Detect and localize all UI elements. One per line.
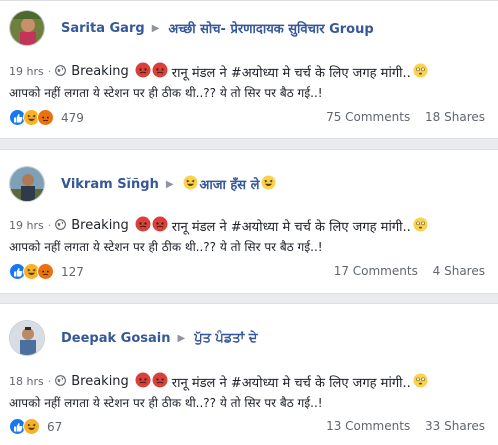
post-meta: 18 hrs · Breaking रानू मंडल ने #अयोध्या … <box>9 372 428 391</box>
haha-reaction-icon <box>23 418 40 435</box>
author-name[interactable]: Vikram Sĭñgh <box>61 177 159 192</box>
post-text-line2: आपको नहीं लगता ये स्टेशन पर ही ठीक थी..?… <box>9 240 323 254</box>
post-text-line2: आपको नहीं लगता ये स्टेशन पर ही ठीक थी..?… <box>9 86 323 100</box>
separator-dot: · <box>47 65 52 78</box>
post-header: Sarita Garg ▶ अच्छी सोच- प्रेरणादायक सुव… <box>9 8 374 48</box>
shares-count[interactable]: 33 Shares <box>425 419 485 433</box>
avatar[interactable] <box>9 10 45 46</box>
angry-emoji-icon <box>135 372 151 391</box>
post-text-line1: रानू मंडल ने #अयोध्या मे चर्च के लिए जगह… <box>171 219 411 235</box>
angry-reaction-icon <box>37 263 54 280</box>
reactions-summary[interactable]: 67 <box>9 418 62 435</box>
play-arrow-icon: ▶ <box>165 178 174 190</box>
reactions-summary[interactable]: 479 <box>9 109 84 126</box>
post-text-line2: आपको नहीं लगता ये स्टेशन पर ही ठीक थी..?… <box>9 396 323 410</box>
timestamp[interactable]: 19 hrs <box>9 219 44 232</box>
angry-emoji-icon <box>152 372 168 391</box>
avatar[interactable] <box>9 166 45 202</box>
flushed-emoji-icon <box>413 372 428 391</box>
news-feed: Sarita Garg ▶ अच्छी सोच- प्रेरणादायक सुव… <box>0 0 498 445</box>
reaction-count[interactable]: 67 <box>47 420 62 434</box>
shares-count[interactable]: 18 Shares <box>425 110 485 124</box>
play-arrow-icon: ▶ <box>151 22 160 34</box>
group-name[interactable]: अच्छी सोच- प्रेरणादायक सुविचार Group <box>168 19 373 37</box>
post-text-start: Breaking <box>71 64 129 79</box>
post-text-start: Breaking <box>71 218 129 233</box>
post-meta: 19 hrs · Breaking रानू मंडल ने #अयोध्या … <box>9 62 428 81</box>
laughing-emoji-icon <box>183 174 198 194</box>
post-header: Vikram Sĭñgh ▶ आजा हँस ले <box>9 164 276 204</box>
separator-dot: · <box>47 375 52 388</box>
flushed-emoji-icon <box>413 62 428 81</box>
angry-emoji-icon <box>152 216 168 235</box>
angry-reaction-icon <box>37 109 54 126</box>
angry-emoji-icon <box>135 216 151 235</box>
comments-count[interactable]: 13 Comments <box>326 419 410 433</box>
shares-count[interactable]: 4 Shares <box>433 264 485 278</box>
flushed-emoji-icon <box>413 216 428 235</box>
comments-count[interactable]: 75 Comments <box>326 110 410 124</box>
post-text-line1: रानू मंडल ने #अयोध्या मे चर्च के लिए जगह… <box>171 375 411 391</box>
group-name[interactable]: ਪੁੱਤ ਪੰਡਤਾਂ ਦੇ <box>194 331 257 346</box>
comments-count[interactable]: 17 Comments <box>334 264 418 278</box>
angry-emoji-icon <box>152 62 168 81</box>
post-header: Deepak Gosain ▶ ਪੁੱਤ ਪੰਡਤਾਂ ਦੇ <box>9 318 257 358</box>
group-name[interactable]: आजा हँस ले <box>200 175 260 193</box>
separator-dot: · <box>47 219 52 232</box>
author-name[interactable]: Sarita Garg <box>61 21 145 36</box>
post-stats: 13 Comments 33 Shares <box>326 419 485 433</box>
avatar[interactable] <box>9 320 45 356</box>
play-arrow-icon: ▶ <box>177 332 186 344</box>
globe-icon[interactable] <box>55 64 67 79</box>
globe-icon[interactable] <box>55 218 67 233</box>
reactions-summary[interactable]: 127 <box>9 263 84 280</box>
post-text-line1: रानू मंडल ने #अयोध्या मे चर्च के लिए जगह… <box>171 65 411 81</box>
reaction-count[interactable]: 479 <box>61 111 84 125</box>
laughing-emoji-icon <box>261 174 276 194</box>
post-stats: 75 Comments 18 Shares <box>326 110 485 124</box>
author-name[interactable]: Deepak Gosain <box>61 331 171 346</box>
post-meta: 19 hrs · Breaking रानू मंडल ने #अयोध्या … <box>9 216 428 235</box>
post-text-start: Breaking <box>71 374 129 389</box>
globe-icon[interactable] <box>55 374 67 389</box>
timestamp[interactable]: 19 hrs <box>9 65 44 78</box>
post-stats: 17 Comments 4 Shares <box>334 264 485 278</box>
angry-emoji-icon <box>135 62 151 81</box>
timestamp[interactable]: 18 hrs <box>9 375 44 388</box>
reaction-count[interactable]: 127 <box>61 265 84 279</box>
